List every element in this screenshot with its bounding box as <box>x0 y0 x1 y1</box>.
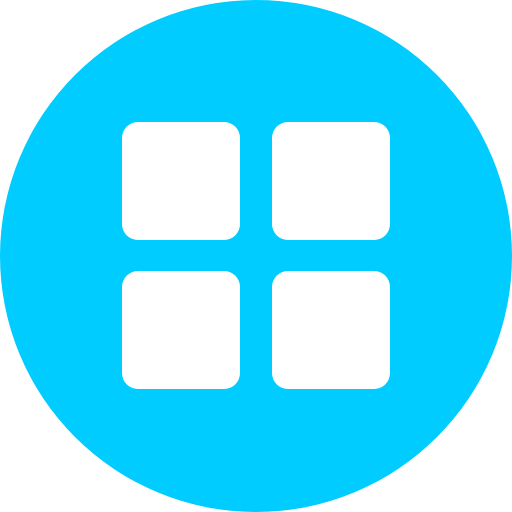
grid-tile-bottom-left <box>122 271 240 389</box>
apps-grid-icon[interactable] <box>0 0 512 512</box>
icon-circle-background <box>0 0 512 512</box>
grid-tile-top-left <box>122 122 240 240</box>
grid-tile-top-right <box>272 122 390 240</box>
grid-tile-bottom-right <box>272 271 390 389</box>
